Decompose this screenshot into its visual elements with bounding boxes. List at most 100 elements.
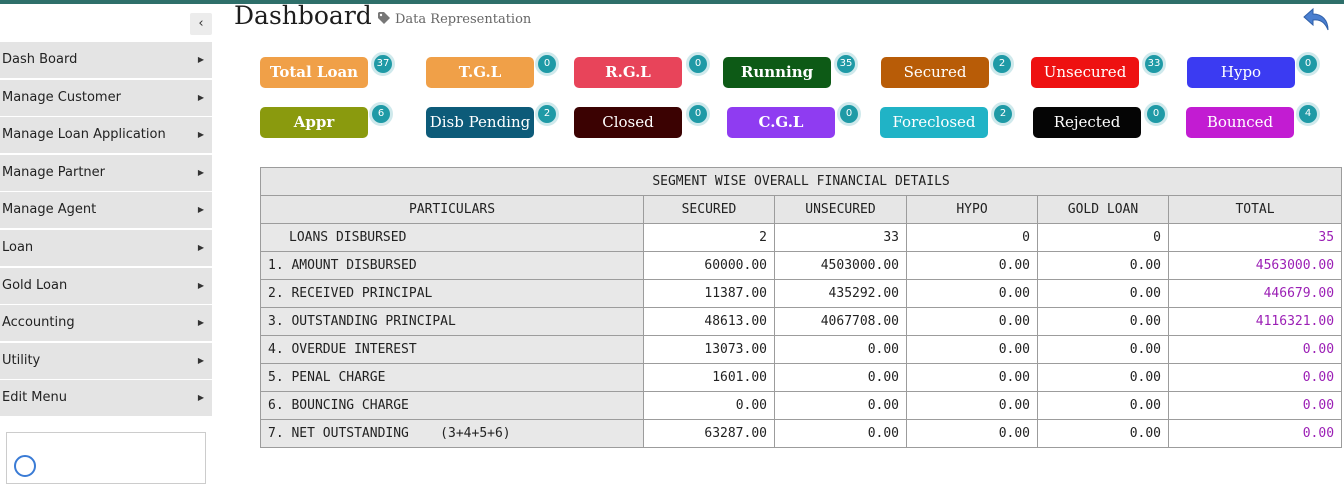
row-label: 5. PENAL CHARGE xyxy=(260,363,644,392)
sidebar-item-manage-agent[interactable]: Manage Agent ▶ xyxy=(0,192,212,229)
sidebar-item-utility[interactable]: Utility ▶ xyxy=(0,342,212,379)
sidebar-item-manage-loan-application[interactable]: Manage Loan Application ▶ xyxy=(0,117,212,154)
sidebar-item-label: Accounting xyxy=(2,315,75,331)
cell-secured: 13073.00 xyxy=(643,335,775,364)
circle-icon xyxy=(14,455,36,477)
cell-secured: 11387.00 xyxy=(643,279,775,308)
badge-unsecured[interactable]: Unsecured xyxy=(1031,57,1139,88)
cell-secured: 2 xyxy=(643,223,775,252)
badge-tgl[interactable]: T.G.L xyxy=(426,57,534,88)
column-header: TOTAL xyxy=(1167,195,1343,224)
sidebar-item-label: Manage Agent xyxy=(2,202,97,218)
sidebar-item-label: Edit Menu xyxy=(2,390,67,406)
sidebar-item-loan[interactable]: Loan ▶ xyxy=(0,229,212,266)
cell-total: 4563000.00 xyxy=(1167,251,1343,280)
row-label: 2. RECEIVED PRINCIPAL xyxy=(260,279,644,308)
caret-right-icon: ▶ xyxy=(197,167,204,177)
tag-icon xyxy=(378,12,390,24)
cell-total: 0.00 xyxy=(1167,363,1343,392)
sidebar-item-dash-board[interactable]: Dash Board ▶ xyxy=(0,42,212,78)
badge-rgl[interactable]: R.G.L xyxy=(574,57,682,88)
column-header: HYPO xyxy=(906,195,1038,224)
sidebar-item-manage-partner[interactable]: Manage Partner ▶ xyxy=(0,154,212,191)
cell-gold-loan: 0 xyxy=(1037,223,1169,252)
cell-unsecured: 0.00 xyxy=(774,391,907,420)
sidebar: ‹ Dash Board ▶ Manage Customer ▶ Manage … xyxy=(0,4,212,484)
cell-gold-loan: 0.00 xyxy=(1037,419,1169,448)
cell-total: 4116321.00 xyxy=(1167,307,1343,336)
cell-gold-loan: 0.00 xyxy=(1037,279,1169,308)
row-label: 4. OVERDUE INTEREST xyxy=(260,335,644,364)
badge-appr-pending[interactable]: Appr Pending xyxy=(260,107,368,162)
sidebar-menu: Dash Board ▶ Manage Customer ▶ Manage Lo… xyxy=(0,42,212,418)
count-secured: 2 xyxy=(990,52,1014,76)
sidebar-item-manage-customer[interactable]: Manage Customer ▶ xyxy=(0,79,212,116)
badge-total-loan[interactable]: Total Loan xyxy=(260,57,368,88)
caret-right-icon: ▶ xyxy=(197,318,204,328)
count-cgl: 0 xyxy=(837,102,861,126)
cell-unsecured: 4503000.00 xyxy=(774,251,907,280)
cell-hypo: 0 xyxy=(906,223,1038,252)
page-title: Dashboard xyxy=(234,1,372,30)
count-rgl: 0 xyxy=(686,52,710,76)
caret-right-icon: ▶ xyxy=(197,130,204,140)
cell-secured: 48613.00 xyxy=(643,307,775,336)
count-total-loan: 37 xyxy=(371,52,395,76)
cell-unsecured: 4067708.00 xyxy=(774,307,907,336)
table-title-row: SEGMENT WISE OVERALL FINANCIAL DETAILS xyxy=(259,167,1343,196)
cell-total: 0.00 xyxy=(1167,419,1343,448)
table-row: 1. AMOUNT DISBURSED 60000.00 4503000.00 … xyxy=(260,251,1343,280)
cell-unsecured: 33 xyxy=(774,223,907,252)
column-header: UNSECURED xyxy=(774,195,907,224)
cell-unsecured: 0.00 xyxy=(774,363,907,392)
cell-gold-loan: 0.00 xyxy=(1037,391,1169,420)
cell-total: 0.00 xyxy=(1167,335,1343,364)
badge-running[interactable]: Running xyxy=(723,57,831,88)
cell-secured: 63287.00 xyxy=(643,419,775,448)
count-disb-pending: 2 xyxy=(535,102,559,126)
count-bounced: 4 xyxy=(1296,102,1320,126)
cell-secured: 60000.00 xyxy=(643,251,775,280)
table-row: 3. OUTSTANDING PRINCIPAL 48613.00 406770… xyxy=(260,307,1343,336)
sidebar-widget xyxy=(6,432,206,484)
badge-hypo[interactable]: Hypo xyxy=(1187,57,1295,88)
cell-secured: 0.00 xyxy=(643,391,775,420)
sidebar-item-edit-menu[interactable]: Edit Menu ▶ xyxy=(0,380,212,417)
sidebar-item-gold-loan[interactable]: Gold Loan ▶ xyxy=(0,267,212,304)
sidebar-item-label: Loan xyxy=(2,239,34,255)
badge-cgl[interactable]: C.G.L xyxy=(727,107,835,138)
sidebar-item-accounting[interactable]: Accounting ▶ xyxy=(0,305,212,342)
table-row: LOANS DISBURSED 2 33 0 0 35 xyxy=(260,223,1343,252)
cell-hypo: 0.00 xyxy=(906,307,1038,336)
badge-foreclosed[interactable]: Foreclosed xyxy=(880,107,988,138)
cell-unsecured: 435292.00 xyxy=(774,279,907,308)
sidebar-item-label: Utility xyxy=(2,352,41,368)
badge-rejected[interactable]: Rejected xyxy=(1033,107,1141,138)
sidebar-collapse-button[interactable]: ‹ xyxy=(190,13,212,35)
cell-hypo: 0.00 xyxy=(906,279,1038,308)
caret-right-icon: ▶ xyxy=(197,55,204,64)
cell-secured: 1601.00 xyxy=(643,363,775,392)
badge-secured[interactable]: Secured xyxy=(881,57,989,88)
cell-unsecured: 0.00 xyxy=(774,335,907,364)
table-row: 7. NET OUTSTANDING (3+4+5+6) 63287.00 0.… xyxy=(260,419,1343,448)
sidebar-item-label: Manage Loan Application xyxy=(2,127,166,143)
cell-hypo: 0.00 xyxy=(906,419,1038,448)
count-appr-pending: 6 xyxy=(369,102,393,126)
cell-gold-loan: 0.00 xyxy=(1037,251,1169,280)
cell-gold-loan: 0.00 xyxy=(1037,363,1169,392)
count-tgl: 0 xyxy=(535,52,559,76)
undo-arrow-icon[interactable] xyxy=(1302,6,1332,34)
badge-disb-pending[interactable]: Disb Pending xyxy=(426,107,534,138)
badge-bounced[interactable]: Bounced xyxy=(1186,107,1294,138)
caret-right-icon: ▶ xyxy=(197,393,204,403)
row-label: 6. BOUNCING CHARGE xyxy=(260,391,644,420)
table-row: 4. OVERDUE INTEREST 13073.00 0.00 0.00 0… xyxy=(260,335,1343,364)
table-row: 2. RECEIVED PRINCIPAL 11387.00 435292.00… xyxy=(260,279,1343,308)
table-header-row: PARTICULARS SECURED UNSECURED HYPO GOLD … xyxy=(260,195,1343,224)
cell-total: 0.00 xyxy=(1167,391,1343,420)
subtitle-text: Data Representation xyxy=(395,12,532,27)
column-header: PARTICULARS xyxy=(260,195,644,224)
cell-hypo: 0.00 xyxy=(906,335,1038,364)
badge-closed[interactable]: Closed xyxy=(574,107,682,138)
